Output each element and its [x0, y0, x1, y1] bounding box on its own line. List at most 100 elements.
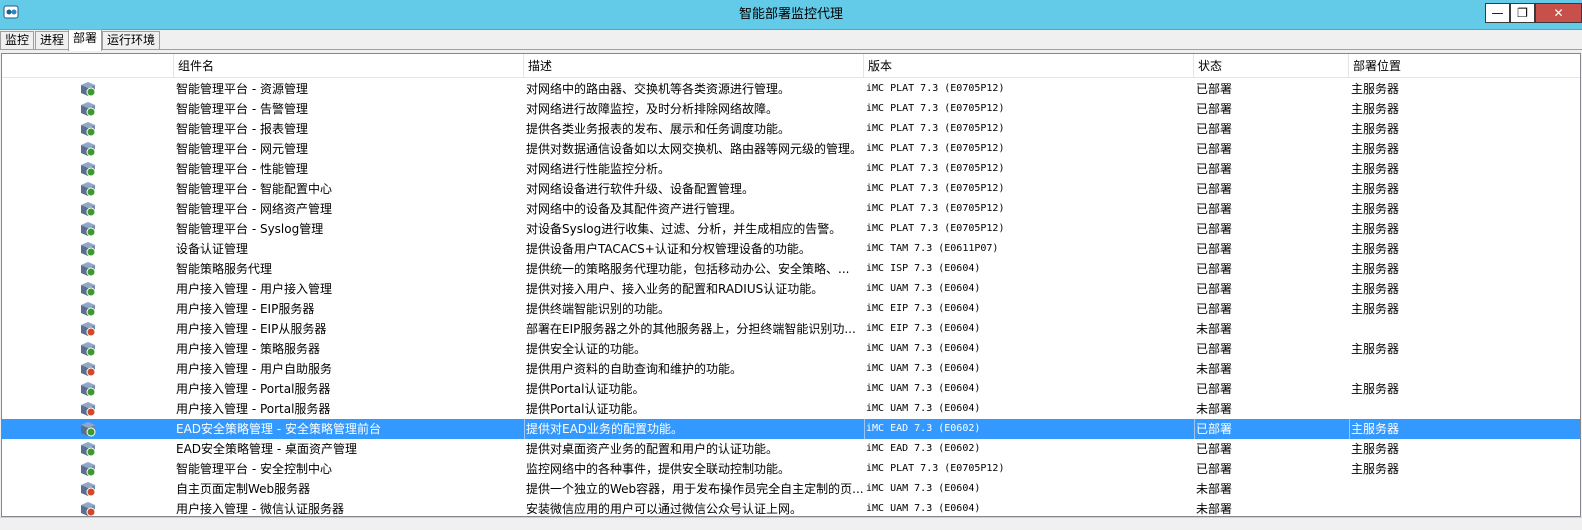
undeployed-component-icon	[81, 362, 96, 377]
table-row[interactable]: 用户接入管理 - 用户自助服务 提供用户资料的自助查询和维护的功能。 iMC UAM…	[2, 359, 1580, 379]
table-row[interactable]: 用户接入管理 - 策略服务器 提供安全认证的功能。 iMC UAM 7.3 (E06…	[2, 339, 1580, 359]
table-row[interactable]: 智能管理平台 - 安全控制中心 监控网络中的各种事件，提供安全联动控制功能。 iMC…	[2, 459, 1580, 479]
row-status: 已部署	[1196, 122, 1233, 136]
row-description: 提供安全认证的功能。	[526, 342, 647, 356]
tab-deploy[interactable]: 部署	[68, 29, 103, 51]
table-row[interactable]: 用户接入管理 - Portal服务器 提供Portal认证功能。 iMC UAM 7…	[2, 399, 1580, 419]
row-description: 提供各类业务报表的发布、展示和任务调度功能。	[526, 122, 791, 136]
row-description: 提供对数据通信设备如以太网交换机、路由器等网元级的管理。	[526, 142, 863, 156]
header-version[interactable]: 版本	[864, 54, 1194, 78]
row-name: 智能管理平台 - 报表管理	[176, 122, 308, 136]
row-location: 主服务器	[1351, 202, 1400, 216]
row-name: 用户接入管理 - Portal服务器	[176, 402, 331, 416]
row-status: 已部署	[1196, 242, 1233, 256]
row-version: iMC UAM 7.3 (E0604)	[866, 403, 981, 414]
row-location: 主服务器	[1351, 382, 1400, 396]
table-row[interactable]: 智能策略服务代理 提供统一的策略服务代理功能，包括移动办公、安全策略、... iMC…	[2, 259, 1580, 279]
row-status: 未部署	[1196, 482, 1233, 496]
deployed-component-icon	[81, 382, 96, 397]
row-status: 已部署	[1196, 222, 1233, 236]
table-row[interactable]: 智能管理平台 - 网络资产管理 对网络中的设备及其配件资产进行管理。 iMC PLA…	[2, 199, 1580, 219]
row-version: iMC PLAT 7.3 (E0705P12)	[866, 223, 1005, 234]
close-button[interactable]: ✕	[1535, 3, 1582, 23]
table-row[interactable]: 设备认证管理 提供设备用户TACACS+认证和分权管理设备的功能。 iMC TAM …	[2, 239, 1580, 259]
row-version: iMC PLAT 7.3 (E0705P12)	[866, 183, 1005, 194]
row-location	[1349, 399, 1580, 419]
table-row[interactable]: 智能管理平台 - 网元管理 提供对数据通信设备如以太网交换机、路由器等网元级的管理…	[2, 139, 1580, 159]
table-row[interactable]: 智能管理平台 - 告警管理 对网络进行故障监控，及时分析排除网络故障。 iMC PL…	[2, 99, 1580, 119]
row-name: 智能策略服务代理	[176, 262, 273, 276]
row-location: 主服务器	[1351, 342, 1400, 356]
row-name: 用户接入管理 - Portal服务器	[176, 382, 331, 396]
row-description: 提供Portal认证功能。	[526, 402, 645, 416]
row-description: 对网络进行故障监控，及时分析排除网络故障。	[526, 102, 779, 116]
table-row[interactable]: EAD安全策略管理 - 桌面资产管理 提供对桌面资产业务的配置和用户的认证功能。 i…	[2, 439, 1580, 459]
minimize-button[interactable]: —	[1485, 3, 1510, 23]
deployed-component-icon	[81, 422, 96, 437]
row-location: 主服务器	[1351, 82, 1400, 96]
restore-button[interactable]: ❐	[1510, 3, 1535, 23]
component-table[interactable]: 组件名 描述 版本 状态 部署位置 智能管理平台 - 资源管理 对网络中的路由器、…	[1, 53, 1581, 517]
table-row[interactable]: 智能管理平台 - Syslog管理 对设备Syslog进行收集、过滤、分析，并生成…	[2, 219, 1580, 239]
table-row[interactable]: 用户接入管理 - EIP从服务器 部署在EIP服务器之外的其他服务器上，分担终端智…	[2, 319, 1580, 339]
table-header: 组件名 描述 版本 状态 部署位置	[2, 54, 1580, 78]
row-version: iMC TAM 7.3 (E0611P07)	[866, 243, 999, 254]
row-description: 提供对桌面资产业务的配置和用户的认证功能。	[526, 442, 779, 456]
deployed-component-icon	[81, 302, 96, 317]
row-description: 提供对接入用户、接入业务的配置和RADIUS认证功能。	[526, 282, 824, 296]
header-location[interactable]: 部署位置	[1349, 54, 1580, 78]
row-location	[1349, 319, 1580, 339]
row-version: iMC EIP 7.3 (E0604)	[866, 303, 981, 314]
tab-monitor[interactable]: 监控	[0, 31, 35, 50]
row-description: 对网络中的路由器、交换机等各类资源进行管理。	[526, 82, 791, 96]
deployed-component-icon	[81, 282, 96, 297]
row-version: iMC ISP 7.3 (E0604)	[866, 263, 981, 274]
row-version: iMC PLAT 7.3 (E0705P12)	[866, 103, 1005, 114]
selection-column-divider	[1194, 419, 1195, 439]
deployed-component-icon	[81, 202, 96, 217]
table-row[interactable]: 用户接入管理 - 用户接入管理 提供对接入用户、接入业务的配置和RADIUS认证功…	[2, 279, 1580, 299]
row-version: iMC PLAT 7.3 (E0705P12)	[866, 463, 1005, 474]
row-description: 提供Portal认证功能。	[526, 382, 645, 396]
row-status: 已部署	[1196, 182, 1233, 196]
row-version: iMC PLAT 7.3 (E0705P12)	[866, 163, 1005, 174]
row-status: 已部署	[1196, 342, 1233, 356]
row-version: iMC EAD 7.3 (E0602)	[866, 423, 981, 434]
row-location: 主服务器	[1351, 462, 1400, 476]
tab-process[interactable]: 进程	[35, 31, 70, 50]
row-description: 提供一个独立的Web容器，用于发布操作员完全自主定制的页...	[526, 482, 864, 496]
tab-runtime[interactable]: 运行环境	[102, 31, 161, 50]
row-name: 用户接入管理 - 微信认证服务器	[176, 502, 344, 516]
header-desc[interactable]: 描述	[524, 54, 864, 78]
row-name: 智能管理平台 - 资源管理	[176, 82, 308, 96]
table-row[interactable]: 智能管理平台 - 报表管理 提供各类业务报表的发布、展示和任务调度功能。 iMC P…	[2, 119, 1580, 139]
deployed-component-icon	[81, 442, 96, 457]
row-name: EAD安全策略管理 - 安全策略管理前台	[176, 422, 381, 436]
table-row[interactable]: 自主页面定制Web服务器 提供一个独立的Web容器，用于发布操作员完全自主定制的页…	[2, 479, 1580, 499]
row-location	[1349, 479, 1580, 499]
table-row[interactable]: EAD安全策略管理 - 安全策略管理前台 提供对EAD业务的配置功能。 iMC EA…	[2, 419, 1580, 439]
row-name: 用户接入管理 - 用户自助服务	[176, 362, 332, 376]
row-location: 主服务器	[1351, 122, 1400, 136]
row-status: 未部署	[1196, 322, 1233, 336]
row-status: 已部署	[1196, 162, 1233, 176]
table-row[interactable]: 智能管理平台 - 资源管理 对网络中的路由器、交换机等各类资源进行管理。 iMC P…	[2, 79, 1580, 99]
table-row[interactable]: 用户接入管理 - Portal服务器 提供Portal认证功能。 iMC UAM 7…	[2, 379, 1580, 399]
row-version: iMC PLAT 7.3 (E0705P12)	[866, 203, 1005, 214]
row-description: 提供对EAD业务的配置功能。	[526, 422, 684, 436]
row-version: iMC UAM 7.3 (E0604)	[866, 343, 981, 354]
row-name: 自主页面定制Web服务器	[176, 482, 311, 496]
undeployed-component-icon	[81, 502, 96, 516]
row-name: 智能管理平台 - 网络资产管理	[176, 202, 332, 216]
header-status[interactable]: 状态	[1194, 54, 1349, 78]
row-description: 安装微信应用的用户可以通过微信公众号认证上网。	[526, 502, 803, 516]
header-name[interactable]: 组件名	[174, 54, 524, 78]
row-version: iMC UAM 7.3 (E0604)	[866, 503, 981, 514]
row-status: 已部署	[1196, 422, 1233, 436]
table-row[interactable]: 用户接入管理 - 微信认证服务器 安装微信应用的用户可以通过微信公众号认证上网。 i…	[2, 499, 1580, 516]
table-row[interactable]: 智能管理平台 - 性能管理 对网络进行性能监控分析。 iMC PLAT 7.3 (E…	[2, 159, 1580, 179]
table-row[interactable]: 用户接入管理 - EIP服务器 提供终端智能识别的功能。 iMC EIP 7.3 (…	[2, 299, 1580, 319]
table-row[interactable]: 智能管理平台 - 智能配置中心 对网络设备进行软件升级、设备配置管理。 iMC PL…	[2, 179, 1580, 199]
header-icon-column[interactable]	[2, 54, 174, 78]
row-status: 已部署	[1196, 262, 1233, 276]
